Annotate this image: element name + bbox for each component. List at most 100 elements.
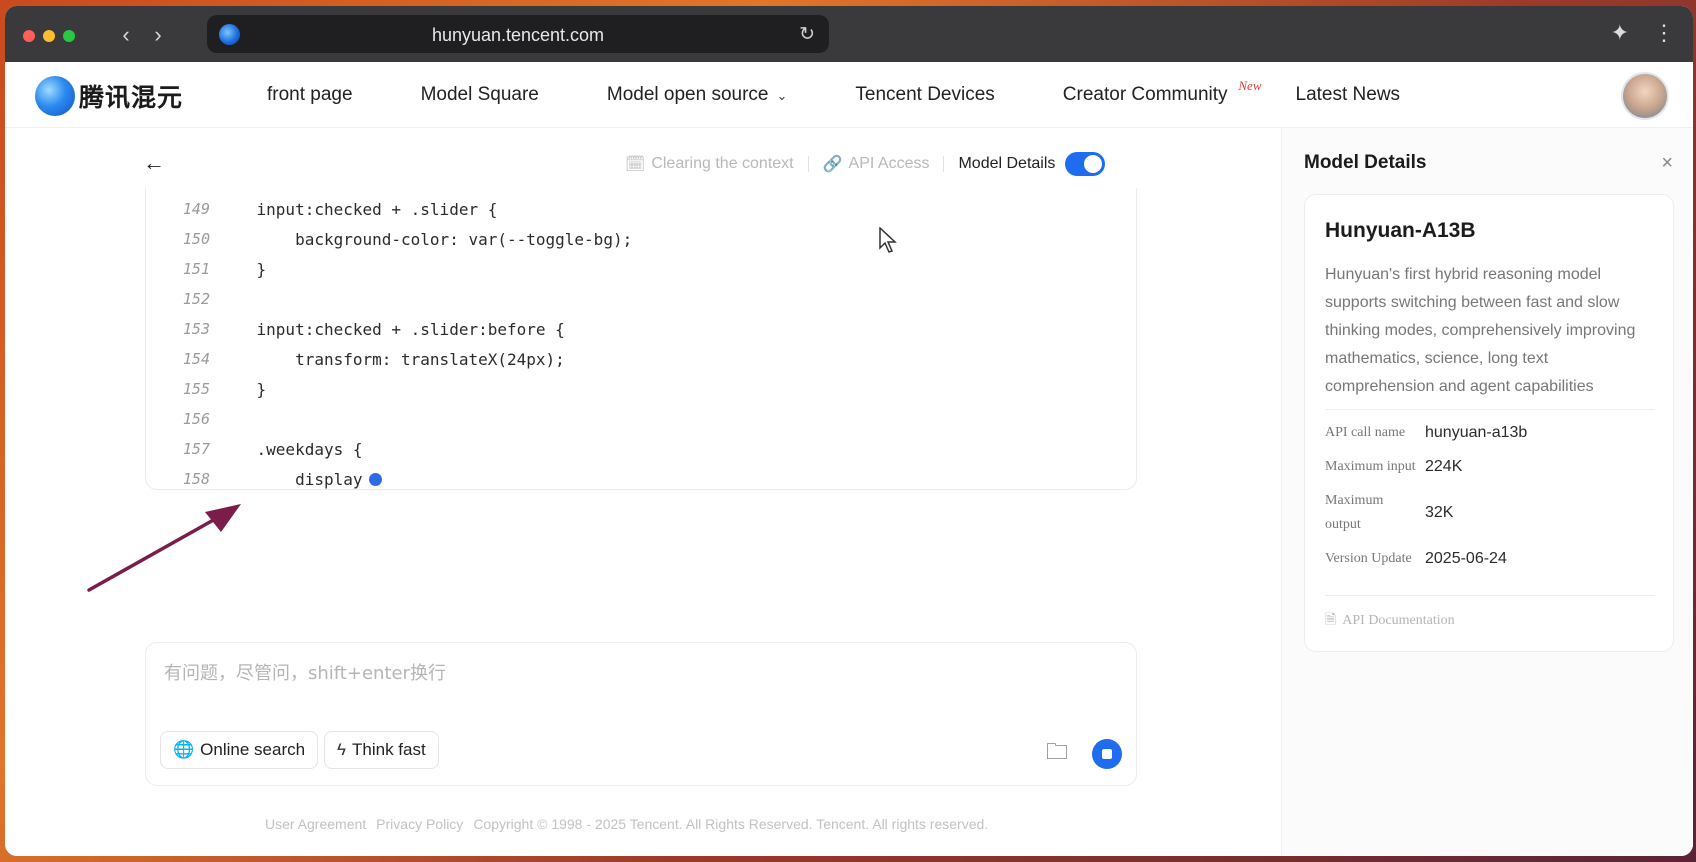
chevron-down-icon: ⌄ xyxy=(776,88,788,103)
code-line: 151 } xyxy=(146,254,266,284)
window-controls xyxy=(23,30,75,42)
document-icon: 🗎 xyxy=(1325,613,1337,628)
site-header: 腾讯混元 front page Model Square Model open … xyxy=(5,62,1693,128)
zoom-window-button[interactable] xyxy=(63,30,75,42)
globe-icon: 🌐 xyxy=(173,740,195,759)
code-line: 156 xyxy=(146,404,218,434)
code-line: 155 } xyxy=(146,374,266,404)
spec-value: hunyuan-a13b xyxy=(1425,424,1528,441)
model-name: Hunyuan-A13B xyxy=(1325,219,1476,242)
line-number: 158 xyxy=(182,470,210,488)
main-content: ← 🗓 Clearing the context 🔗 API Access Mo… xyxy=(5,128,1693,856)
code-line: 157 .weekdays { xyxy=(146,434,363,464)
user-agreement-link[interactable]: User Agreement xyxy=(265,816,366,832)
line-number: 150 xyxy=(182,230,210,248)
code-text: } xyxy=(218,379,267,399)
address-bar[interactable]: hunyuan.tencent.com ↻ xyxy=(207,15,829,53)
spec-label: Maximum output xyxy=(1325,493,1384,532)
streaming-indicator xyxy=(368,472,382,486)
spec-label: Maximum input xyxy=(1325,459,1416,474)
minimize-window-button[interactable] xyxy=(43,30,55,42)
extensions-icon[interactable]: ✦ xyxy=(1611,20,1629,46)
hunyuan-logo-icon xyxy=(35,76,75,116)
api-access-button[interactable]: 🔗 API Access xyxy=(823,154,930,174)
code-line: 150 background-color: var(--toggle-bg); xyxy=(146,224,632,254)
line-number: 155 xyxy=(182,380,210,398)
clear-context-label: Clearing the context xyxy=(651,155,794,172)
line-number: 157 xyxy=(182,440,210,458)
code-text: .weekdays { xyxy=(218,439,363,459)
spec-value: 2025-06-24 xyxy=(1425,550,1507,567)
think-fast-button[interactable]: ϟ Think fast xyxy=(324,731,439,769)
top-navigation: front page Model Square Model open sourc… xyxy=(267,78,1468,106)
code-line: 149 input:checked + .slider { xyxy=(146,194,497,224)
url-text: hunyuan.tencent.com xyxy=(431,25,605,45)
nav-creator-community-label: Creator Community xyxy=(1062,84,1228,105)
model-details-panel: Model Details × Hunyuan-A13B Hunyuan's f… xyxy=(1281,128,1693,856)
clear-context-button[interactable]: 🗓 Clearing the context xyxy=(625,154,794,174)
back-icon[interactable]: ‹ xyxy=(117,24,135,46)
user-avatar[interactable] xyxy=(1621,72,1669,120)
close-window-button[interactable] xyxy=(23,30,35,42)
browser-nav: ‹ › xyxy=(117,24,167,46)
line-number: 154 xyxy=(182,350,210,368)
spec-label: API call name xyxy=(1325,425,1406,440)
spec-value: 32K xyxy=(1425,504,1454,521)
spec-row: Maximum output 32K xyxy=(1325,489,1453,537)
nav-tencent-devices[interactable]: Tencent Devices xyxy=(855,84,994,106)
code-line: 152 xyxy=(146,284,218,314)
chat-input-placeholder[interactable]: 有问题，尽管问，shift+enter换行 xyxy=(164,659,446,685)
link-icon: 🔗 xyxy=(822,156,843,173)
line-number: 151 xyxy=(182,260,210,278)
line-number: 153 xyxy=(182,320,210,338)
think-fast-label: Think fast xyxy=(352,740,426,759)
divider xyxy=(1325,409,1655,410)
model-details-toggle[interactable] xyxy=(1065,152,1106,176)
api-access-label: API Access xyxy=(848,155,930,172)
code-text: } xyxy=(218,259,267,279)
nav-model-open-source-label: Model open source xyxy=(606,84,769,105)
code-block: 149 input:checked + .slider { 150 backgr… xyxy=(145,188,1137,490)
model-description: Hunyuan's first hybrid reasoning model s… xyxy=(1325,266,1636,395)
browser-chrome: ‹ › hunyuan.tencent.com ↻ ✦ ⋮ xyxy=(5,6,1693,62)
back-arrow-icon[interactable]: ← xyxy=(143,150,165,176)
copyright-text: Copyright © 1998 - 2025 Tencent. All Rig… xyxy=(473,816,989,832)
input-actions: 🗀 xyxy=(1046,735,1122,773)
api-documentation-link[interactable]: 🗎 API Documentation xyxy=(1325,609,1455,633)
add-folder-icon[interactable]: 🗀 xyxy=(1046,735,1068,773)
hunyuan-logo[interactable]: 腾讯混元 xyxy=(35,76,183,116)
spec-row: API call name hunyuan-a13b xyxy=(1325,421,1527,445)
clear-context-icon: 🗓 xyxy=(625,156,646,173)
annotation-arrow-icon xyxy=(87,504,241,592)
logo-text: 腾讯混元 xyxy=(79,83,184,112)
code-text: input:checked + .slider { xyxy=(218,199,498,219)
reload-icon[interactable]: ↻ xyxy=(799,23,815,46)
nav-model-square[interactable]: Model Square xyxy=(421,84,539,106)
nav-latest-news[interactable]: Latest News xyxy=(1296,84,1401,106)
spec-row: Version Update 2025-06-24 xyxy=(1325,547,1507,571)
page-footer: User Agreement Privacy Policy Copyright … xyxy=(265,816,988,832)
privacy-policy-link[interactable]: Privacy Policy xyxy=(376,816,463,832)
stop-generation-button[interactable] xyxy=(1092,739,1122,769)
browser-window: ‹ › hunyuan.tencent.com ↻ ✦ ⋮ 腾讯混元 front… xyxy=(5,6,1693,856)
close-icon[interactable]: × xyxy=(1661,152,1673,175)
nav-front-page[interactable]: front page xyxy=(267,84,353,106)
model-details-label: Model Details xyxy=(958,155,1056,172)
more-menu-icon[interactable]: ⋮ xyxy=(1653,20,1675,46)
online-search-button[interactable]: 🌐 Online search xyxy=(160,731,319,769)
line-number: 156 xyxy=(182,410,210,428)
code-text: input:checked + .slider:before { xyxy=(218,319,565,339)
line-number: 149 xyxy=(182,200,210,218)
forward-icon[interactable]: › xyxy=(149,24,167,46)
new-badge: New xyxy=(1238,78,1262,93)
chat-input-box[interactable]: 有问题，尽管问，shift+enter换行 🌐 Online search ϟ … xyxy=(145,642,1137,786)
panel-title: Model Details xyxy=(1304,152,1427,173)
model-card: Hunyuan-A13B Hunyuan's first hybrid reas… xyxy=(1304,194,1674,652)
toolbar-divider xyxy=(943,156,945,172)
nav-creator-community[interactable]: Creator Community New xyxy=(1062,78,1262,106)
browser-actions: ✦ ⋮ xyxy=(1611,20,1675,46)
nav-model-open-source[interactable]: Model open source ⌄ xyxy=(607,84,788,106)
mouse-cursor-icon xyxy=(879,227,897,253)
online-search-label: Online search xyxy=(200,740,306,759)
api-documentation-label: API Documentation xyxy=(1342,613,1455,628)
